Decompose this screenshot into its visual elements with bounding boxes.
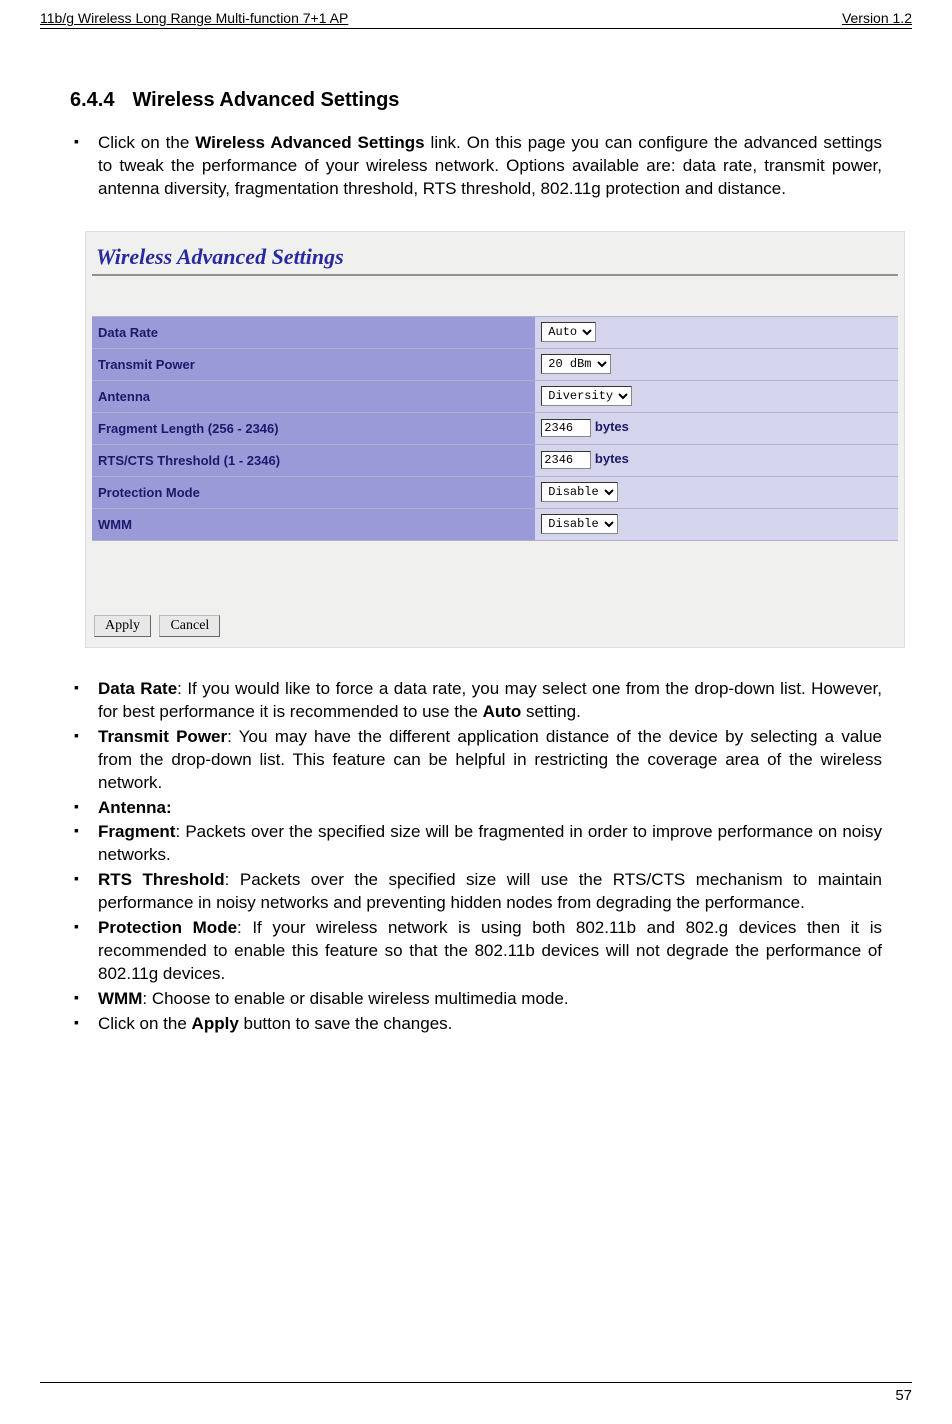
intro-bold: Wireless Advanced Settings [195, 133, 424, 152]
select-protection-mode[interactable]: Disable [541, 482, 618, 502]
bullet-data-rate: Data Rate: If you would like to force a … [70, 678, 882, 724]
select-antenna[interactable]: Diversity [541, 386, 632, 406]
cancel-button[interactable]: Cancel [159, 615, 220, 637]
b3-bold: Antenna: [98, 798, 172, 817]
label-rts-threshold: RTS/CTS Threshold (1 - 2346) [92, 444, 535, 476]
b8-bold: Apply [192, 1014, 239, 1033]
suffix-fragment: bytes [595, 419, 629, 434]
label-data-rate: Data Rate [92, 316, 535, 348]
bullet-apply: Click on the Apply button to save the ch… [70, 1013, 882, 1036]
page-number: 57 [895, 1387, 912, 1404]
row-data-rate: Data Rate Auto [92, 316, 898, 348]
apply-button[interactable]: Apply [94, 615, 151, 637]
page-footer: 57 [40, 1382, 912, 1404]
label-fragment-length: Fragment Length (256 - 2346) [92, 412, 535, 444]
b7-rest: : Choose to enable or disable wireless m… [142, 989, 568, 1008]
bullet-wmm: WMM: Choose to enable or disable wireles… [70, 988, 882, 1011]
b7-bold: WMM [98, 989, 142, 1008]
b5-bold: RTS Threshold [98, 870, 225, 889]
select-data-rate[interactable]: Auto [541, 322, 596, 342]
b6-bold: Protection Mode [98, 918, 237, 937]
select-transmit-power[interactable]: 20 dBm [541, 354, 611, 374]
label-wmm: WMM [92, 508, 535, 540]
row-rts-threshold: RTS/CTS Threshold (1 - 2346) bytes [92, 444, 898, 476]
b1-bold2: Auto [483, 702, 522, 721]
b8-rest: button to save the changes. [239, 1014, 453, 1033]
select-wmm[interactable]: Disable [541, 514, 618, 534]
b4-bold: Fragment [98, 822, 175, 841]
input-rts-threshold[interactable] [541, 451, 591, 469]
b1-bold: Data Rate [98, 679, 177, 698]
settings-title: Wireless Advanced Settings [92, 238, 898, 276]
header-left: 11b/g Wireless Long Range Multi-function… [40, 10, 348, 26]
intro-pre: Click on the [98, 133, 195, 152]
b4-rest: : Packets over the specified size will b… [98, 822, 882, 864]
section-heading: 6.4.4 Wireless Advanced Settings [70, 89, 912, 112]
row-antenna: Antenna Diversity [92, 380, 898, 412]
settings-screenshot: Wireless Advanced Settings Data Rate Aut… [85, 231, 905, 648]
row-fragment-length: Fragment Length (256 - 2346) bytes [92, 412, 898, 444]
section-number: 6.4.4 [70, 89, 114, 111]
bullet-rts-threshold: RTS Threshold: Packets over the specifie… [70, 869, 882, 915]
row-transmit-power: Transmit Power 20 dBm [92, 348, 898, 380]
settings-table: Data Rate Auto Transmit Power 20 dBm Ant… [92, 316, 898, 541]
page-header: 11b/g Wireless Long Range Multi-function… [40, 10, 912, 29]
b2-bold: Transmit Power [98, 727, 227, 746]
label-transmit-power: Transmit Power [92, 348, 535, 380]
bullet-transmit-power: Transmit Power: You may have the differe… [70, 726, 882, 795]
label-antenna: Antenna [92, 380, 535, 412]
b1-rest2: setting. [521, 702, 581, 721]
intro-bullet: Click on the Wireless Advanced Settings … [70, 132, 882, 201]
bullet-fragment: Fragment: Packets over the specified siz… [70, 821, 882, 867]
bullet-protection-mode: Protection Mode: If your wireless networ… [70, 917, 882, 986]
suffix-rts: bytes [595, 451, 629, 466]
label-protection-mode: Protection Mode [92, 476, 535, 508]
input-fragment-length[interactable] [541, 419, 591, 437]
row-wmm: WMM Disable [92, 508, 898, 540]
section-title: Wireless Advanced Settings [132, 89, 399, 111]
b8-pre: Click on the [98, 1014, 192, 1033]
row-protection-mode: Protection Mode Disable [92, 476, 898, 508]
bullet-antenna: Antenna: [70, 797, 882, 820]
button-row: Apply Cancel [92, 611, 898, 641]
header-right: Version 1.2 [842, 10, 912, 26]
